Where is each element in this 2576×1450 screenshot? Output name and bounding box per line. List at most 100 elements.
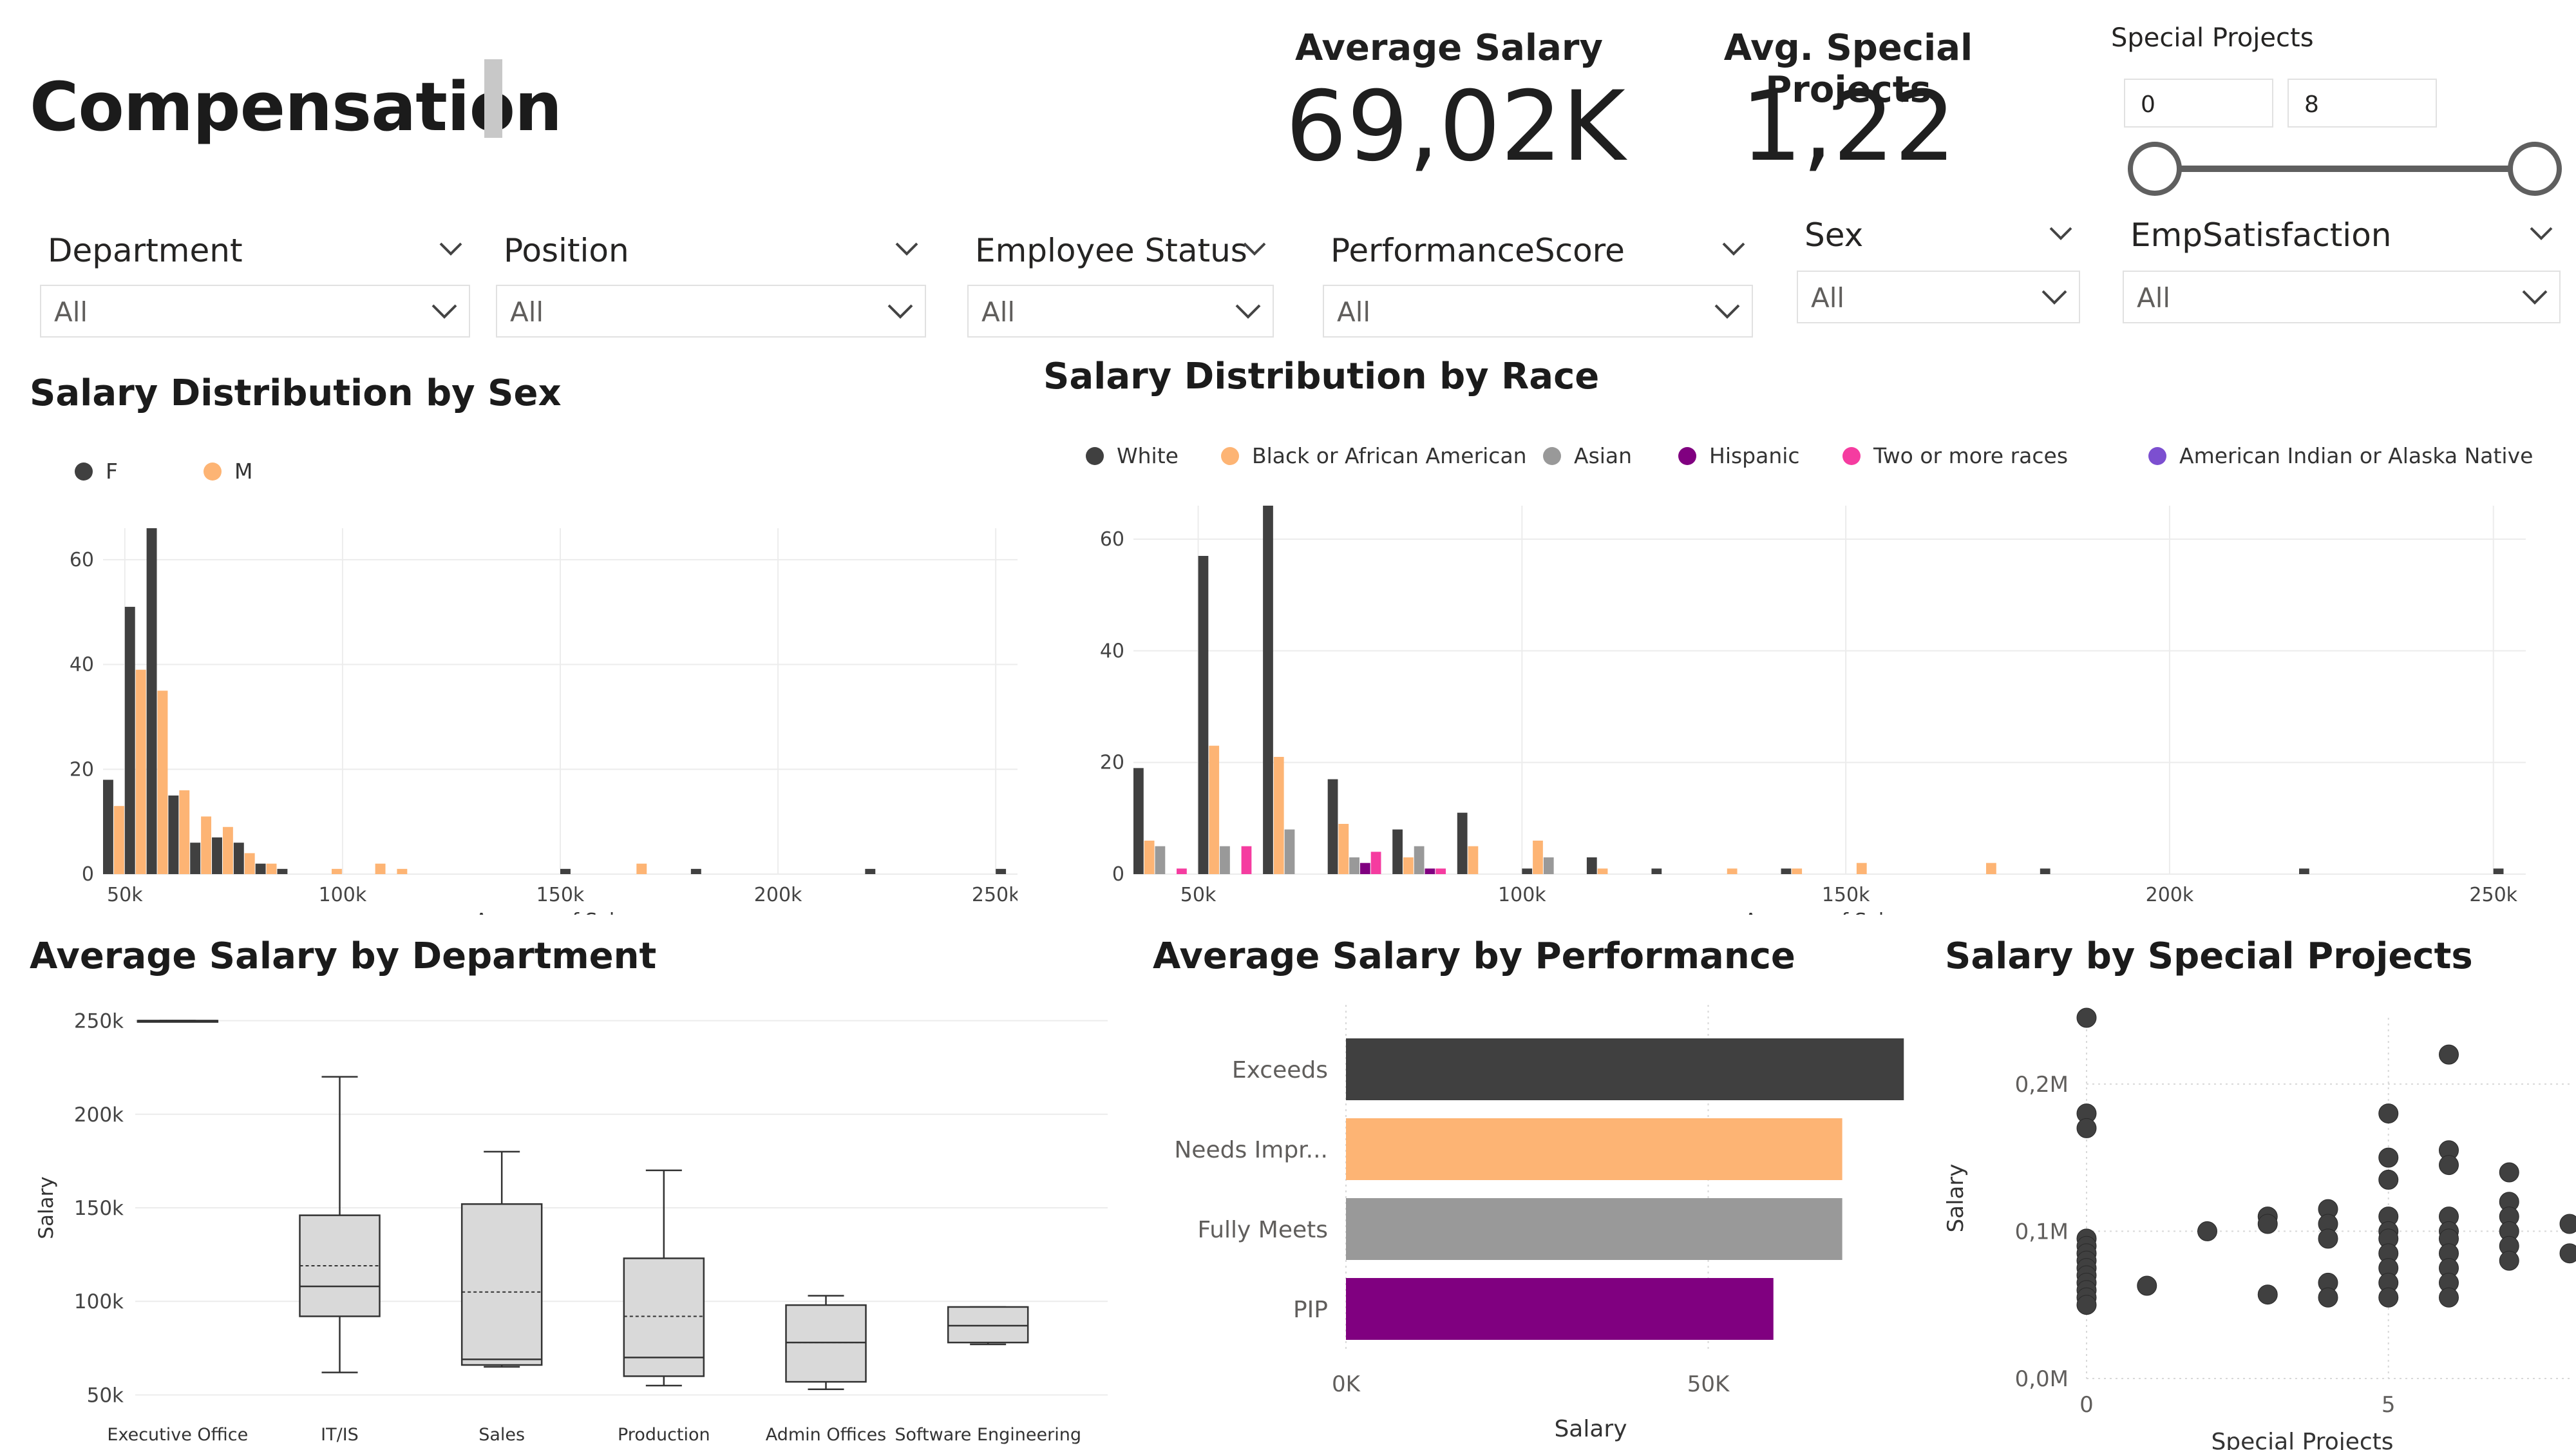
y-axis-title: Salary	[35, 1176, 58, 1239]
histogram-bar	[332, 868, 342, 874]
histogram-bar	[397, 868, 408, 874]
legend-marker	[1086, 447, 1104, 465]
slicer-dropdown-0[interactable]: All	[40, 285, 470, 338]
special-projects-range-slider[interactable]	[2125, 142, 2576, 200]
histogram-bar	[1177, 868, 1187, 874]
histogram-bar	[1457, 812, 1468, 874]
y-tick-label: 200k	[74, 1103, 124, 1127]
histogram-bar	[190, 843, 201, 874]
histogram-bar	[1986, 863, 1996, 874]
performance-bar-chart: 0K 50K Salary Exceeds Needs Impr... Fully Mee…	[1174, 1005, 1904, 1442]
box-body	[623, 1257, 705, 1377]
sex-hist-title: Salary Distribution by Sex	[30, 372, 562, 414]
histogram-bar	[1209, 745, 1220, 874]
y-tick-label: Exceeds	[1232, 1057, 1328, 1083]
scatter-point	[2076, 1118, 2097, 1138]
chevron-down-icon	[2519, 283, 2550, 312]
histogram-bar	[146, 528, 157, 874]
scatter-point	[2318, 1228, 2338, 1249]
histogram-bar	[1327, 779, 1338, 874]
histogram-bar	[1533, 841, 1543, 874]
histogram-bar	[1198, 556, 1209, 874]
scatter-point	[2076, 1295, 2097, 1315]
chevron-down-icon	[885, 298, 916, 326]
histogram-bar	[157, 691, 168, 874]
performance-bar	[1346, 1118, 1842, 1180]
x-tick-label: 250k	[972, 884, 1018, 906]
histogram-bar	[1651, 868, 1662, 874]
slicer-header-chevron-down-icon[interactable]	[437, 236, 465, 264]
slicer-header-chevron-down-icon[interactable]	[2527, 220, 2555, 249]
histogram-bar	[222, 826, 233, 874]
y-tick-label: 20	[1100, 752, 1124, 774]
histogram-bar	[1435, 868, 1446, 874]
histogram-bar	[1522, 868, 1533, 874]
slicer-dropdown-1[interactable]: All	[496, 285, 926, 338]
histogram-bar	[255, 863, 266, 874]
x-tick-label: Executive Office	[107, 1425, 248, 1445]
department-box-chart: 50k 100k 150k 200k 250k Salary Executive Offic…	[35, 1010, 1108, 1445]
slicer-value: All	[1811, 282, 1845, 314]
slicer-dropdown-5[interactable]: All	[2123, 271, 2561, 323]
scatter-point	[2439, 1155, 2459, 1176]
x-tick-label: 50k	[1180, 884, 1217, 906]
histogram-bar	[2299, 868, 2309, 874]
box-body	[460, 1203, 543, 1366]
scatter-point	[2499, 1162, 2519, 1183]
slicer-dropdown-3[interactable]: All	[1323, 285, 1753, 338]
histogram-bar	[124, 607, 135, 874]
legend-marker	[75, 463, 93, 481]
legend-label: White	[1117, 443, 1179, 468]
legend-label: American Indian or Alaska Native	[2179, 443, 2533, 468]
sp-scatter-title: Salary by Special Projects	[1945, 935, 2473, 977]
special-projects-min-input[interactable]: 0	[2124, 79, 2273, 128]
histogram-bar	[1338, 824, 1349, 874]
chevron-down-icon	[1233, 298, 1264, 326]
kpi-special-projects-value: 1,22	[1741, 71, 1956, 183]
y-axis-title: Salary	[1943, 1164, 1969, 1233]
slicer-header-chevron-down-icon[interactable]	[893, 236, 921, 264]
y-tick-label: 0	[1112, 863, 1124, 886]
legend-marker	[1678, 447, 1696, 465]
special-projects-max-input[interactable]: 8	[2287, 79, 2437, 128]
histogram-bar	[113, 806, 124, 874]
y-tick-label: Needs Impr...	[1174, 1137, 1328, 1163]
slicer-dropdown-2[interactable]: All	[967, 285, 1274, 338]
histogram-bar	[1263, 506, 1273, 874]
x-tick-label: 150k	[1822, 884, 1870, 906]
legend-marker	[2148, 447, 2166, 465]
histogram-bar	[1155, 846, 1166, 874]
slicer-dropdown-4[interactable]: All	[1797, 271, 2080, 323]
legend-label: Asian	[1574, 443, 1632, 468]
x-tick-label: 0	[2079, 1392, 2094, 1418]
performance-bar	[1346, 1198, 1842, 1260]
legend-marker	[1543, 447, 1561, 465]
scatter-point	[2378, 1103, 2399, 1124]
x-tick-label: 150k	[536, 884, 585, 906]
histogram-bar	[168, 795, 179, 874]
legend-marker	[1842, 447, 1861, 465]
scatter-point	[2439, 1287, 2459, 1308]
histogram-bar	[1727, 868, 1738, 874]
histogram-bar	[1220, 846, 1230, 874]
slicer-header-chevron-down-icon[interactable]	[1240, 236, 1269, 264]
y-tick-label: 60	[1100, 528, 1124, 551]
slicer-value: All	[1337, 296, 1371, 328]
slicer-title-3: PerformanceScore	[1331, 232, 1625, 269]
histogram-bar	[1273, 757, 1284, 874]
slider-max-handle[interactable]	[2508, 142, 2562, 196]
slider-min-handle[interactable]	[2128, 142, 2182, 196]
slicer-title-2: Employee Status	[975, 232, 1247, 269]
legend-marker	[1221, 447, 1239, 465]
x-axis-title: Average of Salary	[475, 910, 645, 915]
histogram-bar	[375, 863, 386, 874]
slicer-header-chevron-down-icon[interactable]	[2047, 220, 2075, 249]
legend-marker	[204, 463, 222, 481]
x-axis-title: Average of Salary	[1744, 910, 1915, 915]
x-tick-label: Admin Offices	[766, 1425, 887, 1445]
y-tick-label: 0	[82, 863, 94, 886]
slicer-title-4: Sex	[1804, 216, 1864, 254]
dept-box-title: Average Salary by Department	[30, 935, 657, 977]
histogram-bar	[690, 868, 701, 874]
slicer-header-chevron-down-icon[interactable]	[1719, 236, 1748, 264]
